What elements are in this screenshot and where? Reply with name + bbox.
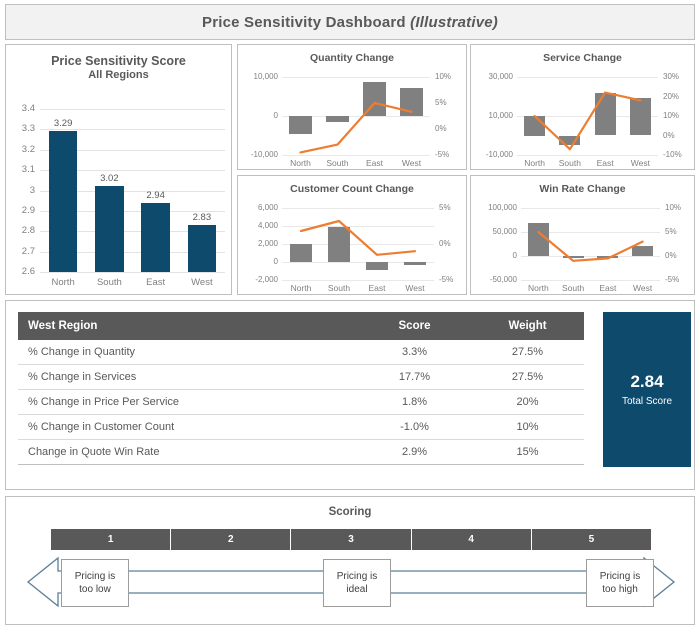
bar-data-label: 3.02 [100,173,119,185]
callout-line-1: Pricing is [74,571,116,582]
price-sensitivity-score-chart: Price Sensitivity Score All Regions 3.4 3… [5,44,232,295]
plot-area: 6,000 4,000 2,000 0 -2,000 5% 0% -5% North South E… [238,202,468,296]
page-title: Price Sensitivity Dashboard (Illustrativ… [202,14,498,31]
total-score-label: Total Score [621,396,673,407]
scoring-segment-4[interactable]: 4 [411,529,532,550]
x-axis-category-label: North [51,277,75,288]
pricing-callout-1: Pricing is too low [61,559,129,607]
table-cell-weight: 20% [471,389,584,415]
table-cell-weight: 15% [471,439,584,465]
table-cell-score: 2.9% [358,439,471,465]
pricing-callout-2: Pricing is ideal [323,559,391,607]
trend-line [299,101,413,154]
table-header-weight: Weight [471,312,584,340]
table-row: % Change in Price Per Service 1.8% 20% [18,389,584,415]
y-axis-tick-label: 3.2 [21,143,35,155]
chart-title: Quantity Change [309,52,394,64]
dashboard-header: Price Sensitivity Dashboard (Illustrativ… [5,4,695,40]
bar [187,225,217,272]
table-cell-metric: % Change in Quantity [18,340,358,365]
bar [48,131,78,272]
trend-line [537,230,644,262]
bar-data-label: 2.94 [146,189,165,201]
scoring-arrow-area: Pricing is too low Pricing is ideal Pricing … [6,555,696,623]
table-header-region: West Region [18,312,358,340]
callout-line-1: Pricing is [336,571,378,582]
table-cell-score: 3.3% [358,340,471,365]
y-axis-tick-label: 2.8 [21,225,35,237]
scoring-segment-3[interactable]: 3 [291,529,412,550]
chart-subtitle: All Regions [88,69,149,81]
table-cell-score: 1.8% [358,389,471,415]
page-title-qualifier: (Illustrative) [410,13,498,31]
main-chart-plot-area: 3.4 3.3 3.2 3.1 3 2.9 2.8 2.7 2.6 3.29 North 3.02 So… [6,89,233,294]
y-axis-tick-label: 2.9 [21,204,35,216]
scoring-segment-5[interactable]: 5 [531,529,652,550]
table-cell-metric: % Change in Customer Count [18,414,358,440]
total-score-card: 2.84 Total Score [603,312,691,467]
table-cell-weight: 27.5% [471,364,584,390]
gridline [40,109,225,110]
scoring-scale-panel: Scoring 12345 Pricing is too low Pricing i… [5,496,695,625]
chart-title: Price Sensitivity Score [51,54,186,68]
page-title-main: Price Sensitivity Dashboard [201,13,406,31]
y-axis-tick-label: 3 [29,184,35,196]
table-cell-score: 17.7% [358,364,471,390]
bar [95,186,124,272]
y-axis-tick-label: 3.1 [21,164,35,176]
table-row: Change in Quote Win Rate 2.9% 15% [18,439,584,465]
table-cell-metric: Change in Quote Win Rate [18,439,358,465]
table-cell-weight: 10% [471,414,584,440]
chart-title: Customer Count Change [290,183,414,195]
trend-line [299,219,417,256]
quantity-change-chart: Quantity Change 10,000 0 -10,000 10% 5% 0% -5%… [237,44,467,170]
plot-area: 100,000 50,000 0 -50,000 10% 5% 0% -5% North Sout… [471,202,696,296]
table-row: % Change in Services 17.7% 27.5% [18,364,584,390]
table-cell-score: -1.0% [358,414,471,440]
callout-line-2: too low [79,584,111,595]
table-row: % Change in Customer Count -1.0% 10% [18,414,584,440]
x-axis-category-label: East [146,277,166,288]
table-cell-metric: % Change in Services [18,364,358,390]
customer-count-change-chart: Customer Count Change 6,000 4,000 2,000 0 -2… [237,175,467,295]
total-score-value: 2.84 [630,372,664,391]
callout-line-2: too high [602,584,638,595]
chart-title: Win Rate Change [539,183,626,195]
pricing-callout-3: Pricing is too high [586,559,654,607]
bar-data-label: 2.83 [192,212,212,224]
table-cell-weight: 27.5% [471,340,584,365]
chart-title: Service Change [543,52,622,64]
bar-data-label: 3.29 [53,118,73,130]
score-table: West Region Score Weight % Change in Qua… [18,312,584,465]
y-axis-tick-label: 3.3 [21,123,35,135]
scoring-segment-2[interactable]: 2 [171,529,292,550]
scoring-segment-1[interactable]: 1 [51,529,172,550]
callout-line-1: Pricing is [599,571,641,582]
gridline [40,129,225,131]
x-axis-category-label: South [96,277,122,288]
win-rate-change-chart: Win Rate Change 100,000 50,000 0 -50,000 10%… [470,175,695,295]
scoring-title: Scoring [328,506,372,518]
trend-line [533,91,642,151]
y-axis-tick-label: 3.4 [21,103,35,114]
table-row: % Change in Quantity 3.3% 27.5% [18,340,584,365]
gridline [40,272,225,273]
x-axis-category-label: West [191,277,213,288]
callout-line-2: ideal [346,584,368,595]
scoring-segments: 12345 [51,529,652,550]
y-axis-tick-label: 2.6 [21,266,35,277]
plot-area: 10,000 0 -10,000 10% 5% 0% -5% North South East We… [238,71,468,171]
plot-area: 30,000 10,000 -10,000 30% 20% 10% 0% -10% North S… [471,71,696,171]
table-header-row: West Region Score Weight [18,312,584,340]
west-region-score-panel: West Region Score Weight % Change in Qua… [5,300,695,490]
table-cell-metric: % Change in Price Per Service [18,389,358,415]
bar [141,202,170,272]
y-axis-tick-label: 2.7 [21,245,35,257]
table-header-score: Score [358,312,471,340]
service-change-chart: Service Change 30,000 10,000 -10,000 30% 20%… [470,44,695,170]
